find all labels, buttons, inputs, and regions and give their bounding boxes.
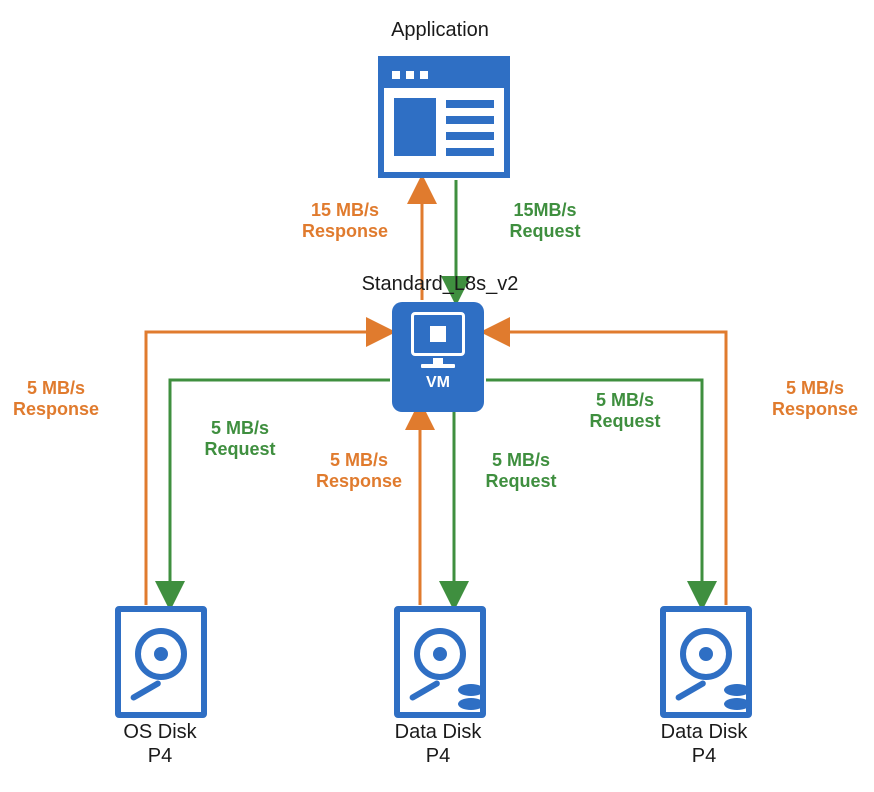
flow-app-request: 15MB/s Request: [490, 200, 600, 241]
data-disk-2-icon: [660, 606, 752, 718]
os-disk-label: OS Disk P4: [100, 720, 220, 768]
flow-osdisk-response: 5 MB/s Response: [6, 378, 106, 419]
data-disk-1-icon: [394, 606, 486, 718]
vm-badge: VM: [426, 374, 450, 392]
flow-data1-request: 5 MB/s Request: [466, 450, 576, 491]
flow-app-response: 15 MB/s Response: [290, 200, 400, 241]
vm-icon: VM: [392, 302, 484, 412]
diagram-canvas: Application 15 MB/s Response 15MB/s Requ…: [0, 0, 874, 792]
os-disk-icon: [115, 606, 207, 718]
flow-data2-request: 5 MB/s Request: [570, 390, 680, 431]
vm-title: Standard_L8s_v2: [350, 272, 530, 296]
flow-osdisk-request: 5 MB/s Request: [190, 418, 290, 459]
application-label: Application: [360, 18, 520, 42]
data-disk-1-label: Data Disk P4: [378, 720, 498, 768]
application-icon: [378, 56, 510, 178]
data-disk-2-label: Data Disk P4: [644, 720, 764, 768]
flow-data1-response: 5 MB/s Response: [304, 450, 414, 491]
flow-data2-response: 5 MB/s Response: [760, 378, 870, 419]
